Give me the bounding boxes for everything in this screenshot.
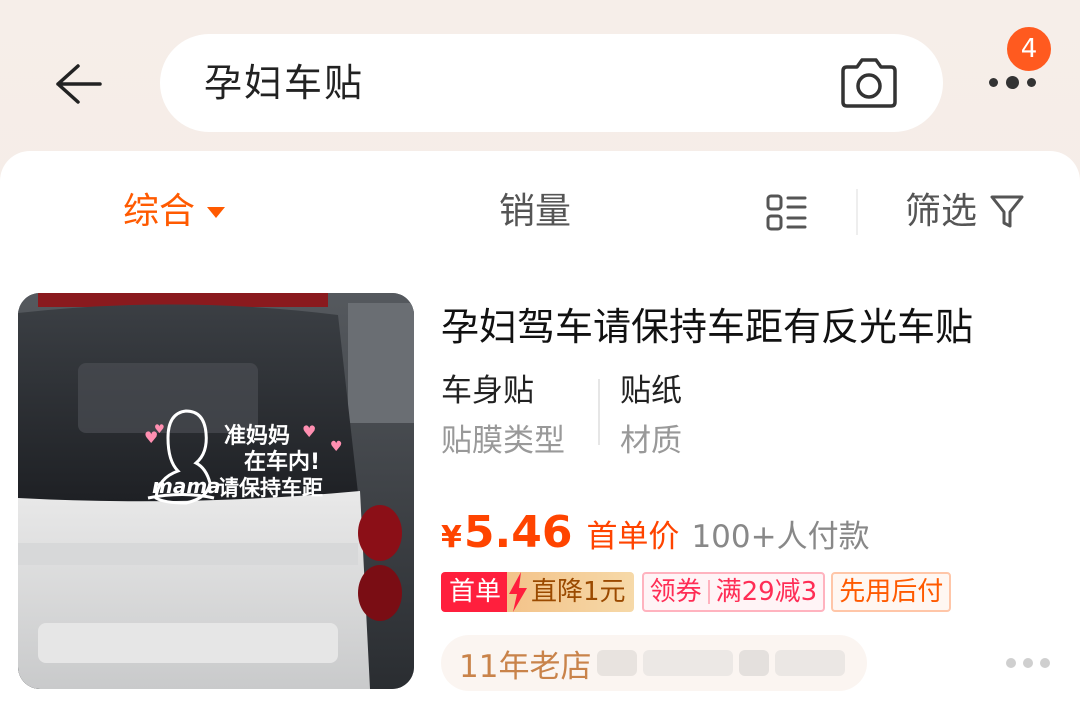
- attribute-key: 材质: [620, 423, 682, 459]
- shop-age-label: 11年老店: [459, 648, 592, 685]
- message-count-badge: 4: [1004, 24, 1054, 74]
- sticker-line-2: 在车内!: [244, 449, 320, 475]
- caret-down-icon: [207, 206, 226, 218]
- more-dot-icon: [1026, 77, 1036, 87]
- first-order-price-label: 首单价: [586, 519, 680, 555]
- more-dot-icon: [988, 77, 998, 87]
- attribute-value: 贴纸: [620, 373, 682, 409]
- sort-bar: 综合 销量 筛选: [0, 151, 1080, 271]
- search-query[interactable]: 孕妇车贴: [204, 34, 364, 132]
- svg-text:♥: ♥: [330, 439, 343, 455]
- sticker-line-1: 准妈妈: [224, 424, 290, 449]
- sort-sales-label: 销量: [499, 191, 572, 232]
- coupon-rule: 满29减3: [715, 577, 818, 607]
- product-title[interactable]: 孕妇驾车请保持车距有反光车贴: [441, 301, 1061, 353]
- currency-symbol: ¥: [441, 520, 462, 555]
- search-box[interactable]: 孕妇车贴: [160, 34, 943, 132]
- attribute-value: 车身贴: [441, 373, 534, 409]
- attribute-key: 贴膜类型: [441, 423, 565, 459]
- attribute-divider: [598, 379, 600, 445]
- discount-label-wrap: 直降1元: [507, 572, 634, 612]
- back-button[interactable]: [50, 56, 106, 112]
- product-attribute: 贴纸 材质: [620, 369, 682, 463]
- price-row: ¥ 5.46 首单价 100+人付款: [441, 507, 870, 563]
- more-dot-icon: [1005, 75, 1019, 89]
- product-attribute: 车身贴 贴膜类型: [441, 369, 565, 463]
- more-dot-icon: [1023, 658, 1033, 668]
- sticker-line-3: 请保持车距: [218, 476, 323, 500]
- first-order-label: 首单: [441, 572, 508, 612]
- blurred-shop-name: [597, 650, 851, 676]
- product-price: 5.46: [463, 507, 573, 558]
- more-dot-icon: [1040, 658, 1050, 668]
- sort-comprehensive-label: 综合: [123, 191, 196, 232]
- coupon-label: 领券: [649, 577, 702, 607]
- camera-icon: [841, 58, 897, 108]
- coupon-tag[interactable]: 领券 满29减3: [641, 572, 826, 612]
- svg-text:♥: ♥: [302, 422, 316, 441]
- discount-label: 直降1元: [531, 577, 626, 607]
- first-order-discount-tag: 首单 直降1元: [441, 572, 634, 612]
- filter-label: 筛选: [905, 191, 978, 232]
- shop-row[interactable]: 11年老店: [441, 635, 867, 691]
- sort-divider: [856, 189, 858, 235]
- list-layout-icon: [766, 194, 807, 231]
- lightning-icon: [509, 572, 528, 612]
- camera-search-button[interactable]: [837, 54, 901, 112]
- sort-comprehensive-tab[interactable]: 综合: [123, 187, 226, 237]
- product-photo: ♥ ♥ ♥ ♥ 准妈妈 在车内! 请保持车距 mama: [18, 293, 414, 689]
- item-more-button[interactable]: [1006, 655, 1050, 671]
- promo-tags: 首单 直降1元 领券 满29减3 先用后付: [441, 572, 952, 612]
- sold-count: 100+人付款: [691, 519, 870, 555]
- sort-sales-tab[interactable]: 销量: [499, 187, 571, 237]
- top-bar: 孕妇车贴 4: [0, 0, 1080, 160]
- back-arrow-icon: [56, 64, 102, 104]
- filter-funnel-icon: [989, 192, 1029, 232]
- pay-later-tag: 先用后付: [831, 572, 952, 612]
- results-card: 综合 销量 筛选 ♥ ♥ ♥ ♥ 准妈妈 在车内! 请保持车距 mama 孕妇驾…: [0, 151, 1080, 716]
- layout-toggle-button[interactable]: [766, 193, 808, 233]
- sticker-mama-text: mama: [152, 474, 221, 498]
- filter-button[interactable]: 筛选: [905, 187, 1029, 237]
- product-image[interactable]: ♥ ♥ ♥ ♥ 准妈妈 在车内! 请保持车距 mama: [18, 293, 414, 689]
- svg-text:♥: ♥: [154, 422, 165, 436]
- more-dot-icon: [1006, 658, 1016, 668]
